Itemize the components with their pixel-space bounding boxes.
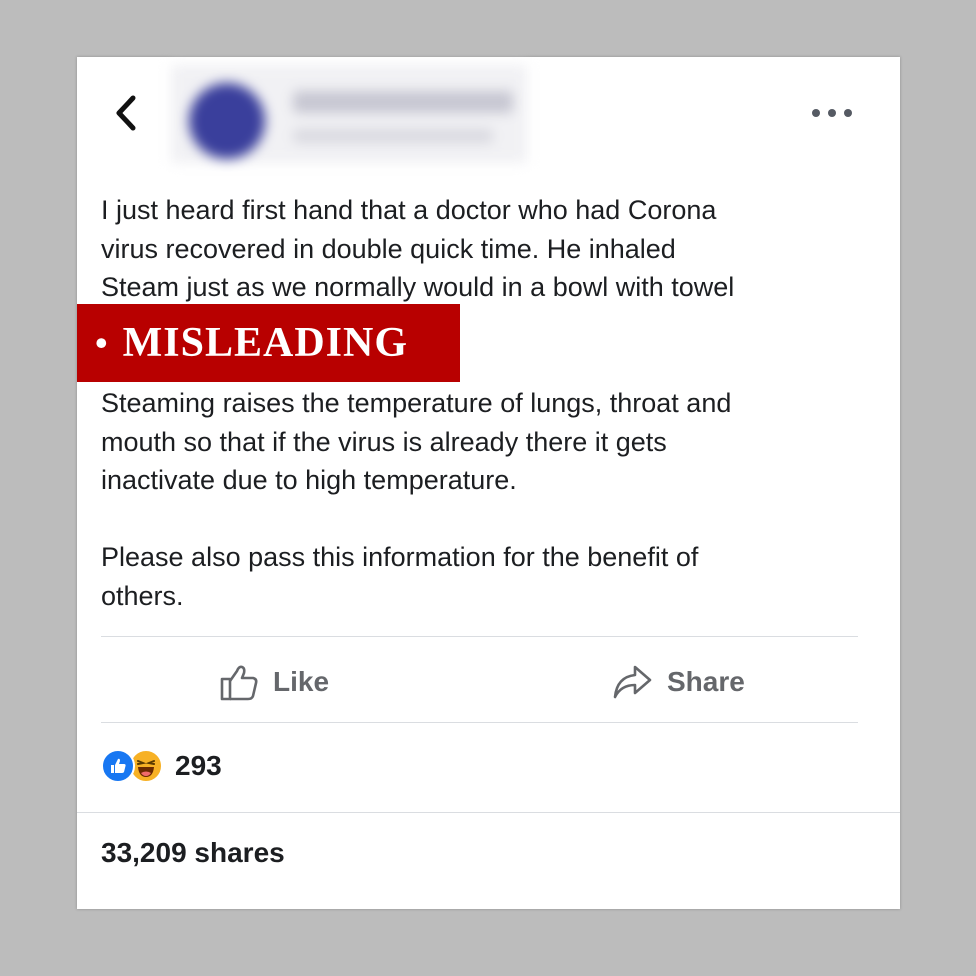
dot-icon: [844, 109, 852, 117]
more-options-button[interactable]: [812, 103, 852, 123]
share-label: Share: [667, 666, 745, 697]
dot-icon: [812, 109, 820, 117]
misleading-label: • MISLEADING: [77, 304, 460, 382]
share-button[interactable]: Share: [611, 657, 745, 707]
divider: [77, 812, 900, 813]
back-button[interactable]: [111, 93, 141, 133]
dot-icon: [828, 109, 836, 117]
divider: [101, 722, 858, 723]
divider: [101, 636, 858, 637]
label-bullet: •: [95, 323, 109, 363]
avatar: [189, 83, 265, 159]
reaction-icons: [101, 749, 163, 783]
post-text-bottom: Steaming raises the temperature of lungs…: [101, 388, 732, 611]
chevron-left-icon: [116, 95, 136, 131]
like-label: Like: [273, 666, 330, 697]
post-text-top: I just heard first hand that a doctor wh…: [101, 195, 735, 302]
blurred-profile-header: [171, 65, 527, 163]
reactions-summary[interactable]: 293: [101, 749, 222, 783]
post-meta-redacted: [293, 129, 493, 143]
label-text: MISLEADING: [122, 320, 408, 366]
author-name-redacted: [293, 91, 513, 113]
thumbs-up-icon: [220, 665, 258, 701]
like-button[interactable]: Like: [219, 657, 329, 707]
share-count[interactable]: 33,209 shares: [101, 837, 285, 869]
like-icon: [101, 749, 135, 783]
share-arrow-icon: [613, 665, 652, 699]
reaction-count: 293: [175, 750, 222, 781]
post-card: I just heard first hand that a doctor wh…: [77, 57, 900, 909]
